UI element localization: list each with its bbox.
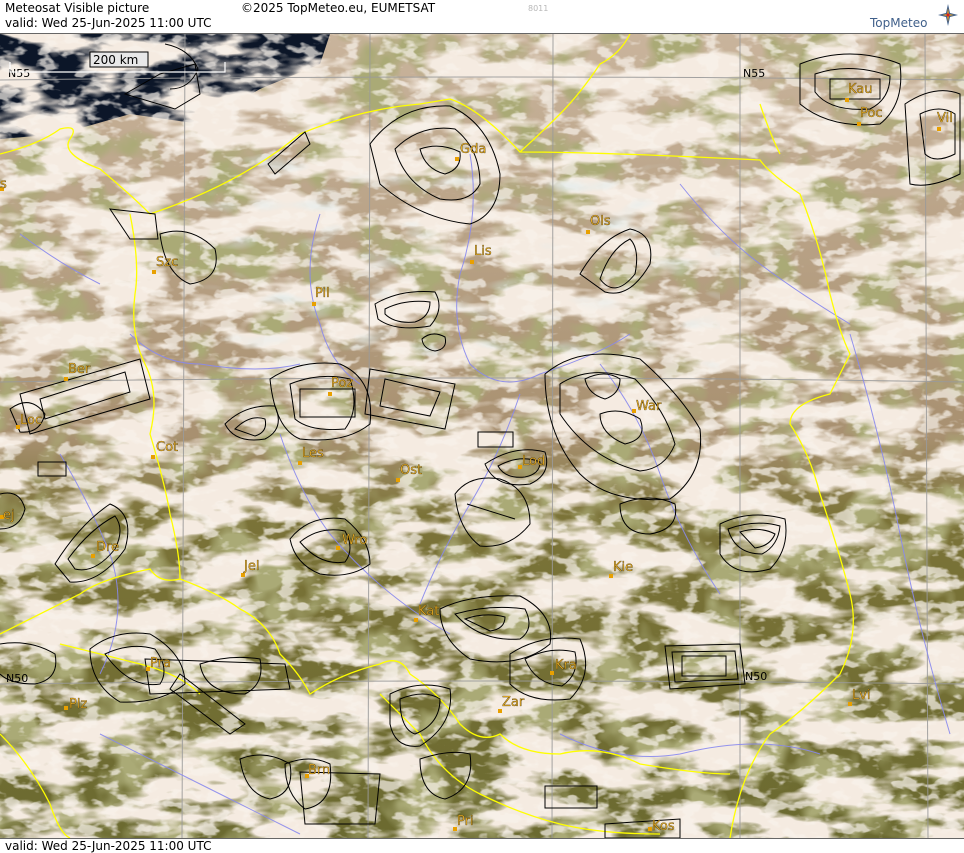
map-canvas: N55 N55 N50 N50 200 km Kau Poc Vil Gda Ols Li…: [0, 34, 964, 838]
header-bar: Meteosat Visible picture ©2025 TopMeteo.…: [0, 0, 964, 34]
city-marker-plz: [64, 706, 68, 710]
copyright: ©2025 TopMeteo.eu, EUMETSAT: [241, 1, 436, 15]
city-label-pra: Pra: [150, 656, 171, 671]
city-label-loc: Loc: [20, 413, 42, 428]
city-label-jel: Jel: [243, 559, 259, 574]
image-code: 8011: [528, 4, 549, 13]
city-label-war: War: [636, 399, 662, 414]
city-marker-dre: [91, 554, 95, 558]
topmeteo-logo[interactable]: TopMeteo: [868, 2, 960, 32]
city-marker-pil: [312, 302, 316, 306]
city-label-pil: Pil: [315, 286, 330, 301]
city-label-brn: Brn: [308, 763, 330, 778]
footer-bar: valid: Wed 25-Jun-2025 11:00 UTC: [0, 838, 964, 853]
lat-label-n55-left: N55: [8, 67, 30, 80]
city-label-poz: Poz: [331, 376, 353, 391]
city-marker-les: [298, 461, 302, 465]
city-label-gda: Gda: [460, 142, 486, 157]
city-label-s: s: [0, 177, 7, 192]
city-label-pri: Pri: [457, 814, 474, 829]
city-marker-wro: [336, 546, 340, 550]
city-label-ber: Ber: [68, 362, 91, 377]
city-label-poc: Poc: [860, 106, 882, 121]
city-marker-ost: [396, 478, 400, 482]
city-label-kra: Kra: [555, 658, 577, 673]
footer-valid-time: valid: Wed 25-Jun-2025 11:00 UTC: [5, 839, 212, 853]
city-marker-lis: [470, 260, 474, 264]
city-marker-vil: [937, 127, 941, 131]
city-label-plz: Plz: [69, 697, 87, 712]
city-marker-szc: [152, 270, 156, 274]
city-label-vil: Vil: [937, 111, 953, 126]
city-label-szc: Szc: [156, 255, 178, 270]
city-marker-cot: [151, 455, 155, 459]
city-marker-kra: [550, 671, 554, 675]
city-marker-ber: [64, 377, 68, 381]
city-label-kau: Kau: [848, 82, 873, 97]
compass-star-icon: [938, 4, 958, 26]
city-label-ols: Ols: [590, 214, 611, 229]
city-marker-poc: [857, 122, 861, 126]
valid-time: valid: Wed 25-Jun-2025 11:00 UTC: [5, 16, 212, 30]
city-label-lvi: Lvi: [852, 688, 871, 703]
city-label-wro: Wro: [342, 533, 367, 548]
city-label-kat: Kat: [418, 604, 439, 619]
city-marker-poz: [328, 392, 332, 396]
lat-label-n50-left: N50: [6, 672, 28, 685]
city-marker-gda: [455, 157, 459, 161]
city-label-dre: Dre: [96, 540, 119, 555]
city-label-lis: Lis: [474, 244, 492, 259]
map-title: Meteosat Visible picture: [5, 1, 150, 15]
scale-label: 200 km: [93, 53, 138, 67]
city-label-lod: Lod: [522, 454, 545, 469]
satellite-map[interactable]: N55 N55 N50 N50 200 km Kau Poc Vil Gda Ols Li…: [0, 34, 964, 838]
lat-label-n50-right: N50: [745, 670, 767, 683]
logo-text: TopMeteo: [870, 16, 928, 30]
city-label-ej: ej: [3, 508, 15, 523]
city-label-zar: Zar: [502, 695, 525, 710]
city-label-ost: Ost: [400, 463, 422, 478]
city-label-les: Les: [302, 446, 324, 461]
city-marker-ols: [586, 230, 590, 234]
city-label-cot: Cot: [156, 440, 178, 455]
cloud-tint: [200, 154, 720, 374]
city-label-kos: Kos: [652, 819, 675, 834]
city-marker-kau: [845, 98, 849, 102]
lat-label-n55-right: N55: [743, 67, 765, 80]
city-label-kie: Kie: [613, 560, 633, 575]
